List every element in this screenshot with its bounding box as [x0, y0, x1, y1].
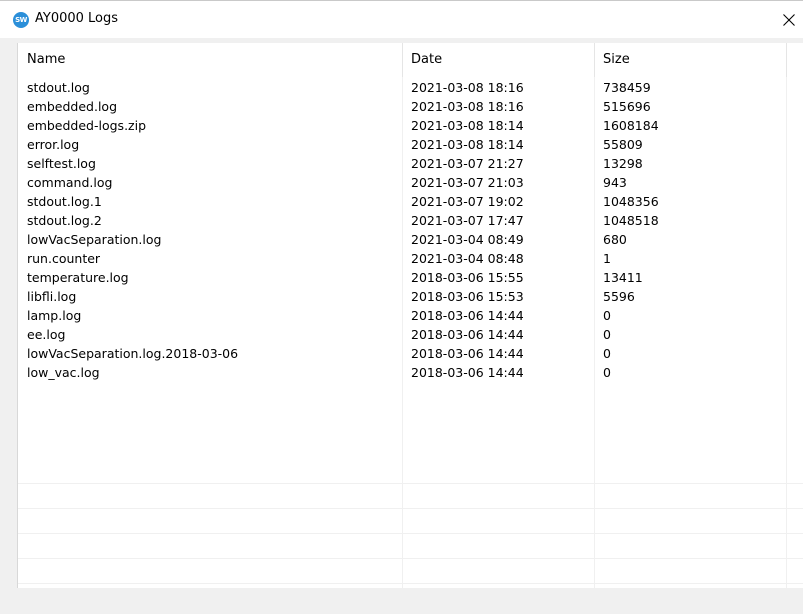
table-row[interactable]: stdout.log 2021-03-08 18:16 738459	[18, 78, 803, 97]
list-rows: stdout.log 2021-03-08 18:16 738459 embed…	[18, 78, 803, 382]
logs-window: SW AY0000 Logs Name Date Size stdout.log…	[0, 0, 803, 614]
table-row[interactable]: lowVacSeparation.log.2018-03-06 2018-03-…	[18, 344, 803, 363]
table-row[interactable]: ee.log 2018-03-06 14:44 0	[18, 325, 803, 344]
table-row[interactable]: error.log 2021-03-08 18:14 55809	[18, 135, 803, 154]
table-row[interactable]: stdout.log.2 2021-03-07 17:47 1048518	[18, 211, 803, 230]
file-size: 0	[603, 346, 611, 361]
list-header: Name Date Size	[18, 43, 803, 77]
file-date: 2021-03-04 08:48	[411, 251, 524, 266]
table-row[interactable]: run.counter 2021-03-04 08:48 1	[18, 249, 803, 268]
column-header-date[interactable]: Date	[402, 43, 594, 77]
file-size: 13298	[603, 156, 643, 171]
file-size: 1048518	[603, 213, 659, 228]
file-size: 515696	[603, 99, 651, 114]
file-size: 0	[603, 308, 611, 323]
file-name: stdout.log.2	[27, 213, 102, 228]
file-size: 5596	[603, 289, 635, 304]
file-date: 2021-03-07 21:27	[411, 156, 524, 171]
file-size: 55809	[603, 137, 643, 152]
title-bar[interactable]: SW AY0000 Logs	[0, 1, 803, 38]
file-name: ee.log	[27, 327, 66, 342]
file-name: lowVacSeparation.log	[27, 232, 162, 247]
file-size: 0	[603, 327, 611, 342]
file-size: 943	[603, 175, 627, 190]
close-button[interactable]	[775, 1, 803, 38]
file-name: command.log	[27, 175, 113, 190]
file-name: lowVacSeparation.log.2018-03-06	[27, 346, 239, 361]
file-date: 2021-03-07 19:02	[411, 194, 524, 209]
file-date: 2021-03-07 17:47	[411, 213, 524, 228]
file-name: stdout.log	[27, 80, 90, 95]
table-row[interactable]: lamp.log 2018-03-06 14:44 0	[18, 306, 803, 325]
close-icon	[783, 13, 795, 26]
file-date: 2018-03-06 14:44	[411, 365, 524, 380]
file-date: 2021-03-08 18:16	[411, 80, 524, 95]
file-name: libfli.log	[27, 289, 77, 304]
file-name: temperature.log	[27, 270, 129, 285]
file-date: 2018-03-06 14:44	[411, 308, 524, 323]
file-name: run.counter	[27, 251, 101, 266]
file-name: embedded-logs.zip	[27, 118, 147, 133]
file-size: 1048356	[603, 194, 659, 209]
table-row[interactable]: libfli.log 2018-03-06 15:53 5596	[18, 287, 803, 306]
file-date: 2021-03-08 18:14	[411, 118, 524, 133]
file-size: 680	[603, 232, 627, 247]
file-date: 2018-03-06 14:44	[411, 327, 524, 342]
table-row[interactable]: command.log 2021-03-07 21:03 943	[18, 173, 803, 192]
file-date: 2018-03-06 14:44	[411, 346, 524, 361]
table-row[interactable]: embedded-logs.zip 2021-03-08 18:14 16081…	[18, 116, 803, 135]
window-footer	[0, 588, 803, 614]
table-row[interactable]: selftest.log 2021-03-07 21:27 13298	[18, 154, 803, 173]
table-row[interactable]: lowVacSeparation.log 2021-03-04 08:49 68…	[18, 230, 803, 249]
file-date: 2021-03-04 08:49	[411, 232, 524, 247]
file-date: 2021-03-08 18:14	[411, 137, 524, 152]
file-name: error.log	[27, 137, 80, 152]
column-header-size[interactable]: Size	[594, 43, 786, 77]
file-date: 2021-03-07 21:03	[411, 175, 524, 190]
file-size: 1	[603, 251, 611, 266]
file-size: 0	[603, 365, 611, 380]
file-name: stdout.log.1	[27, 194, 102, 209]
app-icon: SW	[13, 12, 29, 28]
file-size: 13411	[603, 270, 643, 285]
log-file-list[interactable]: Name Date Size stdout.log 2021-03-08 18:…	[17, 43, 803, 588]
file-name: low_vac.log	[27, 365, 100, 380]
file-date: 2018-03-06 15:53	[411, 289, 524, 304]
file-size: 738459	[603, 80, 651, 95]
table-row[interactable]: low_vac.log 2018-03-06 14:44 0	[18, 363, 803, 382]
table-row[interactable]: temperature.log 2018-03-06 15:55 13411	[18, 268, 803, 287]
file-date: 2021-03-08 18:16	[411, 99, 524, 114]
table-row[interactable]: stdout.log.1 2021-03-07 19:02 1048356	[18, 192, 803, 211]
file-date: 2018-03-06 15:55	[411, 270, 524, 285]
file-size: 1608184	[603, 118, 659, 133]
window-title: AY0000 Logs	[35, 11, 119, 26]
file-name: lamp.log	[27, 308, 82, 323]
file-name: embedded.log	[27, 99, 118, 114]
file-name: selftest.log	[27, 156, 96, 171]
table-row[interactable]: embedded.log 2021-03-08 18:16 515696	[18, 97, 803, 116]
column-header-name[interactable]: Name	[18, 43, 402, 77]
column-divider[interactable]	[786, 43, 787, 77]
